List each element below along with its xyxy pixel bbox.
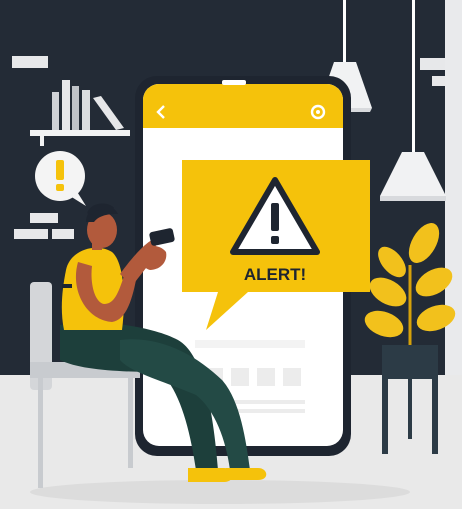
phone-speaker — [222, 80, 246, 85]
floor-shadow — [30, 480, 410, 504]
alert-illustration: ALERT! — [0, 0, 462, 509]
alert-label: ALERT! — [244, 265, 306, 284]
